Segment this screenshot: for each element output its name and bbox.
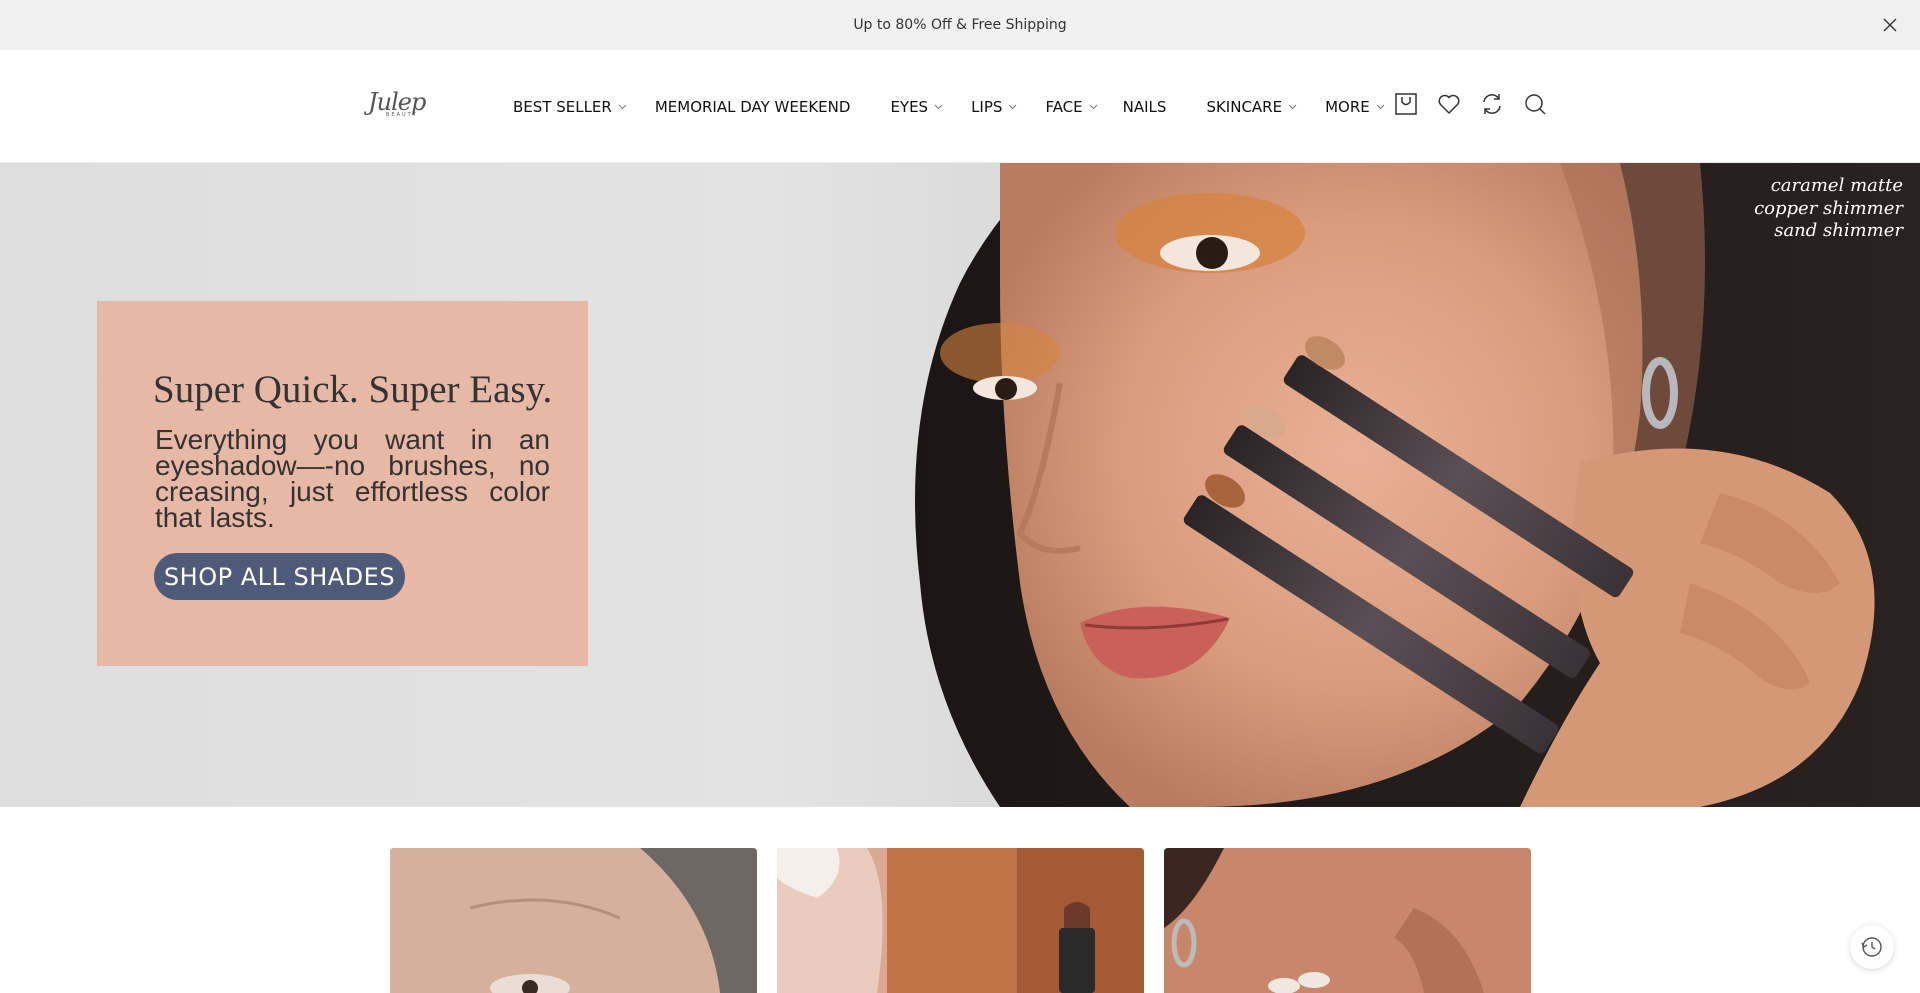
search-icon[interactable] xyxy=(1523,92,1547,116)
history-button[interactable] xyxy=(1850,925,1894,969)
hero-promo-box: Super Quick. Super Easy. Everything you … xyxy=(97,301,588,666)
chevron-down-icon xyxy=(934,104,943,109)
history-icon xyxy=(1861,937,1882,957)
hero-description: Everything you want in an eyeshadow—-no … xyxy=(155,424,550,533)
nav-item-nails[interactable]: NAILS xyxy=(1123,98,1167,116)
main-nav: BEST SELLER MEMORIAL DAY WEEKEND EYES LI… xyxy=(513,50,1385,163)
nav-item-skincare[interactable]: SKINCARE xyxy=(1206,98,1297,116)
logo-sub: BEAUTY xyxy=(386,112,418,118)
tile-skin[interactable] xyxy=(1164,848,1531,993)
tile-swatches-image xyxy=(777,848,1144,993)
nav-label: MEMORIAL DAY WEEKEND xyxy=(654,97,851,116)
shade-name: caramel matte xyxy=(1770,175,1903,196)
chevron-down-icon xyxy=(1376,104,1385,109)
chevron-down-icon xyxy=(1009,104,1017,109)
nav-label: NAILS xyxy=(1122,97,1167,116)
heart-icon[interactable] xyxy=(1437,92,1461,116)
chevron-down-icon xyxy=(618,104,627,109)
nav-item-face[interactable]: FACE xyxy=(1045,98,1097,116)
chevron-down-icon xyxy=(1089,104,1097,109)
nav-label: FACE xyxy=(1045,97,1083,116)
site-header: Julep BEAUTY BEST SELLER MEMORIAL DAY WE… xyxy=(0,50,1920,163)
nav-item-memorial-day[interactable]: MEMORIAL DAY WEEKEND xyxy=(655,98,851,116)
nav-item-lips[interactable]: LIPS xyxy=(971,98,1017,116)
nav-item-more[interactable]: MORE xyxy=(1325,98,1385,116)
cart-icon[interactable] xyxy=(1394,92,1418,116)
tile-portrait-image xyxy=(390,848,757,993)
header-icons xyxy=(1394,92,1547,116)
close-icon[interactable] xyxy=(1878,13,1902,37)
nav-label: LIPS xyxy=(971,97,1003,116)
chevron-down-icon xyxy=(1288,104,1297,109)
nav-label: BEST SELLER xyxy=(513,97,612,116)
refresh-icon[interactable] xyxy=(1480,92,1504,116)
announcement-text: Up to 80% Off & Free Shipping xyxy=(853,17,1067,33)
announcement-bar: Up to 80% Off & Free Shipping xyxy=(0,0,1920,50)
nav-label: SKINCARE xyxy=(1206,97,1283,116)
shade-name: copper shimmer xyxy=(1754,197,1903,219)
tile-skin-image xyxy=(1164,848,1531,993)
shade-name: sand shimmer xyxy=(1774,220,1903,241)
tile-portrait[interactable] xyxy=(390,848,757,993)
tile-swatches[interactable] xyxy=(777,848,1144,993)
shop-all-shades-button[interactable]: SHOP ALL SHADES xyxy=(154,553,405,600)
nav-item-eyes[interactable]: EYES xyxy=(890,98,943,116)
shade-names: caramel matte copper shimmer sand shimme… xyxy=(1754,175,1903,243)
nav-item-best-seller[interactable]: BEST SELLER xyxy=(513,98,627,116)
nav-label: MORE xyxy=(1325,97,1370,116)
category-tiles xyxy=(390,848,1531,993)
hero-title: Super Quick. Super Easy. xyxy=(153,368,553,411)
logo[interactable]: Julep BEAUTY xyxy=(368,88,428,122)
nav-label: EYES xyxy=(890,97,929,116)
hero-banner: caramel matte copper shimmer sand shimme… xyxy=(0,163,1920,807)
